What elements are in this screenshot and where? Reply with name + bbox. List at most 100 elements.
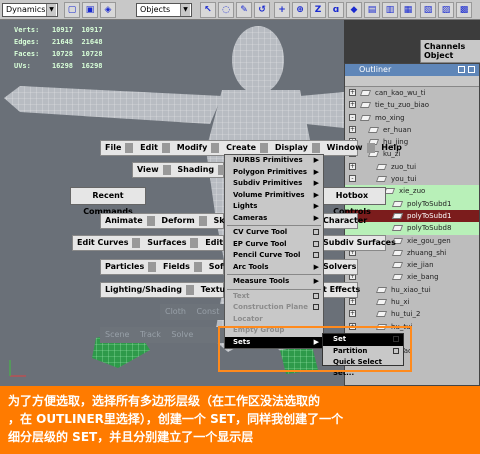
hotbox-rendering-menubar: Lighting/Shading Texturin xyxy=(100,282,238,298)
menu-item-volume-primitives[interactable]: Volume Primitives ▶ xyxy=(225,190,323,202)
menu-deform[interactable]: Deform xyxy=(157,214,198,228)
outliner-row[interactable]: + er_huan xyxy=(345,124,479,136)
minimize-icon[interactable] xyxy=(458,66,465,73)
menu-character[interactable]: Character xyxy=(319,214,371,228)
render-icon[interactable]: ▤ xyxy=(364,2,380,18)
scale-icon[interactable]: Z xyxy=(310,2,326,18)
menu-scene[interactable]: Scene xyxy=(101,328,133,342)
snap-point-icon[interactable]: ◆ xyxy=(346,2,362,18)
lasso-icon[interactable]: ◌ xyxy=(218,2,234,18)
menu-fields[interactable]: Fields xyxy=(159,260,194,274)
menu-item-polygon-primitives[interactable]: Polygon Primitives ▶ xyxy=(225,167,323,179)
menu-constraints[interactable]: Const xyxy=(192,305,223,319)
menu-item-cv-curve-tool[interactable]: CV Curve Tool xyxy=(225,227,323,239)
display-icon[interactable]: ▧ xyxy=(420,2,436,18)
recent-commands-button[interactable]: Recent Commands xyxy=(70,187,146,216)
option-box-icon[interactable] xyxy=(313,240,319,247)
option-box-icon[interactable] xyxy=(393,336,399,342)
menu-particles[interactable]: Particles xyxy=(101,260,148,274)
outliner-title-bar[interactable]: Outliner xyxy=(345,64,479,76)
paint-icon[interactable]: ✎ xyxy=(236,2,252,18)
sets-menu-item-set[interactable]: Set xyxy=(323,334,403,346)
expand-icon[interactable]: + xyxy=(349,310,356,318)
outliner-row[interactable]: - you_tui xyxy=(345,173,479,185)
outliner-row[interactable]: - mo_xing xyxy=(345,112,479,124)
expand-icon[interactable]: + xyxy=(349,101,356,109)
menu-item-empty-group[interactable]: Empty Group xyxy=(225,325,323,337)
outliner-row[interactable]: +xie_jian xyxy=(345,259,479,271)
menu-item-locator[interactable]: Locator xyxy=(225,314,323,326)
menu-view[interactable]: View xyxy=(133,163,163,177)
menu-effects[interactable]: t Effects xyxy=(319,283,364,297)
menu-shading[interactable]: Shading xyxy=(173,163,218,177)
menu-item-lights[interactable]: Lights ▶ xyxy=(225,201,323,213)
outliner-row[interactable]: + hu_tui_2 xyxy=(345,308,479,320)
select-by-object-icon[interactable]: ▣ xyxy=(82,2,98,18)
object-mask-select[interactable]: Objects ▼ xyxy=(136,3,192,17)
menu-lighting-shading[interactable]: Lighting/Shading xyxy=(101,283,186,297)
option-box-icon[interactable] xyxy=(313,292,319,299)
option-box-icon[interactable] xyxy=(393,347,399,354)
expand-icon[interactable]: + xyxy=(349,162,356,170)
expand-icon[interactable]: + xyxy=(349,298,356,306)
menu-subdiv-surfaces[interactable]: Subdiv Surfaces xyxy=(319,236,400,250)
outliner-row[interactable]: + zuo_tui xyxy=(345,161,479,173)
select-icon[interactable]: ↖ xyxy=(200,2,216,18)
menu-animate[interactable]: Animate xyxy=(101,214,147,228)
menu-help[interactable]: Help xyxy=(377,141,406,155)
menu-solvers[interactable]: Solvers xyxy=(319,260,360,274)
ipr-icon[interactable]: ▥ xyxy=(382,2,398,18)
menu-create[interactable]: Create xyxy=(222,141,260,155)
outliner-row[interactable]: + can_kao_wu_ti xyxy=(345,87,479,99)
collapse-icon[interactable]: - xyxy=(349,113,356,121)
menu-item-pencil-curve-tool[interactable]: Pencil Curve Tool xyxy=(225,250,323,262)
channel-box-header[interactable]: Channels Object xyxy=(421,40,480,63)
outliner-row[interactable]: + tie_tu_zuo_biao xyxy=(345,99,479,111)
menu-item-construction-plane[interactable]: Construction Plane xyxy=(225,302,323,314)
menu-item-arc-tools[interactable]: Arc Tools ▶ xyxy=(225,262,323,274)
collapse-icon[interactable]: - xyxy=(349,175,356,183)
history-icon[interactable]: ↺ xyxy=(254,2,270,18)
menu-edit[interactable]: Edit xyxy=(136,141,162,155)
outliner-row[interactable]: + hu_tui xyxy=(345,321,479,333)
expand-icon[interactable]: + xyxy=(349,125,356,133)
maximize-icon[interactable] xyxy=(468,66,475,73)
outliner-row[interactable]: + hu_xi xyxy=(345,296,479,308)
select-by-hierarchy-icon[interactable]: ▢ xyxy=(64,2,80,18)
option-box-icon[interactable] xyxy=(313,252,319,258)
menu-cloth[interactable]: Cloth xyxy=(161,305,190,319)
channels-icon[interactable]: ▩ xyxy=(456,2,472,18)
outliner-row[interactable]: + xie_bang xyxy=(345,271,479,283)
hotbox-controls-button[interactable]: Hotbox Controls xyxy=(318,187,386,216)
expand-icon[interactable]: + xyxy=(349,322,356,330)
menu-solve[interactable]: Solve xyxy=(167,328,197,342)
sets-menu-item-quick-select-set-[interactable]: Quick Select Set... xyxy=(323,357,403,377)
menu-surfaces[interactable]: Surfaces xyxy=(143,236,190,250)
menu-item-ep-curve-tool[interactable]: EP Curve Tool xyxy=(225,239,323,251)
menu-item-measure-tools[interactable]: Measure Tools ▶ xyxy=(225,276,323,288)
attribute-editor-icon[interactable]: ▨ xyxy=(438,2,454,18)
expand-icon[interactable]: + xyxy=(349,89,356,96)
snap-curve-icon[interactable]: ɑ xyxy=(328,2,344,18)
rotate-icon[interactable]: ⊕ xyxy=(292,2,308,18)
menu-item-text[interactable]: Text xyxy=(225,291,323,303)
menu-item-nurbs-primitives[interactable]: NURBS Primitives ▶ xyxy=(225,155,323,167)
menu-modify[interactable]: Modify xyxy=(173,141,212,155)
menu-item-sets[interactable]: Sets ▶ xyxy=(225,336,323,348)
outliner-row[interactable]: +hu_xiao_tui xyxy=(345,284,479,296)
render-settings-icon[interactable]: ▦ xyxy=(400,2,416,18)
menu-edit-curves[interactable]: Edit Curves xyxy=(73,236,132,250)
select-by-component-icon[interactable]: ◈ xyxy=(100,2,116,18)
move-icon[interactable]: + xyxy=(274,2,290,18)
menu-set-select[interactable]: Dynamics ▼ xyxy=(2,3,58,17)
sets-menu-item-partition[interactable]: Partition xyxy=(323,346,403,358)
menu-track[interactable]: Track xyxy=(136,328,165,342)
transform-node-icon xyxy=(391,212,404,219)
menu-item-cameras[interactable]: Cameras ▶ xyxy=(225,213,323,225)
menu-file[interactable]: File xyxy=(101,141,125,155)
option-box-icon[interactable] xyxy=(313,229,319,235)
menu-display[interactable]: Display xyxy=(271,141,312,155)
menu-window[interactable]: Window xyxy=(323,141,367,155)
option-box-icon[interactable] xyxy=(313,304,319,310)
menu-item-subdiv-primitives[interactable]: Subdiv Primitives ▶ xyxy=(225,178,323,190)
